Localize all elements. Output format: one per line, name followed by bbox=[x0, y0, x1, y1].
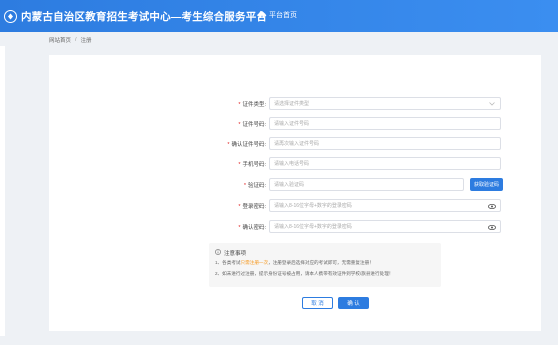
password-label: * 登录密码: bbox=[238, 204, 266, 210]
cancel-button[interactable]: 取 消 bbox=[302, 297, 333, 309]
row-id-type: * 证件类型: 请选择证件类型 bbox=[49, 97, 541, 111]
phone-input[interactable]: 请输入电话号码 bbox=[269, 157, 501, 170]
code-label: * 验证码: bbox=[243, 183, 266, 189]
code-input[interactable]: 请输入验证码 bbox=[269, 178, 464, 191]
nav-home-label: 平台首页 bbox=[269, 12, 297, 19]
id-type-label: * 证件类型: bbox=[238, 102, 266, 108]
eye-icon[interactable] bbox=[488, 224, 496, 230]
id-number-label: * 证件号码: bbox=[238, 122, 266, 128]
breadcrumb-home[interactable]: 网站首页 bbox=[49, 36, 71, 44]
get-code-button[interactable]: 获取验证码 bbox=[470, 178, 503, 191]
id-number-confirm-label: * 确认证件号码: bbox=[227, 142, 266, 148]
id-number-input[interactable]: 请输入证件号码 bbox=[269, 117, 501, 130]
confirm-button[interactable]: 确 认 bbox=[338, 297, 369, 309]
password-input[interactable]: 请输入8-16位字母+数字的登录密码 bbox=[269, 199, 501, 212]
nav-home[interactable]: 平台首页 bbox=[258, 10, 297, 20]
row-id-number: * 证件号码: 请输入证件号码 bbox=[49, 117, 541, 131]
notice-line-2: 2、如未进行过注册，提示身份证号被占用，请本人携带有效证件到学校/旗县进行处理！ bbox=[215, 271, 394, 276]
notice-highlight: 只需注册一次 bbox=[240, 260, 269, 265]
register-card: * 证件类型: 请选择证件类型 * 证件号码: 请输入证件号码 * 确认证件号码: 请… bbox=[49, 55, 541, 331]
info-icon bbox=[215, 249, 224, 257]
breadcrumb: 网站首页 / 注册 bbox=[49, 34, 92, 46]
logo-icon bbox=[4, 9, 17, 23]
notice-title: 注意事项 bbox=[215, 249, 246, 257]
row-phone: * 手机号码: 请输入电话号码 bbox=[49, 157, 541, 171]
top-bar: 内蒙古自治区教育招生考试中心—考生综合服务平台 平台首页 bbox=[0, 0, 558, 32]
id-type-select[interactable]: 请选择证件类型 bbox=[269, 97, 501, 110]
left-strip bbox=[0, 46, 5, 336]
breadcrumb-separator: / bbox=[75, 37, 77, 43]
row-password-confirm: * 确认密码: 请输入8-16位字母+数字的登录密码 bbox=[49, 220, 541, 234]
row-code: * 验证码: 请输入验证码 获取验证码 bbox=[49, 178, 541, 192]
row-id-number-confirm: * 确认证件号码: 请再次输入证件号码 bbox=[49, 137, 541, 151]
breadcrumb-current: 注册 bbox=[80, 38, 92, 44]
brand[interactable]: 内蒙古自治区教育招生考试中心—考生综合服务平台 bbox=[4, 8, 267, 24]
row-password: * 登录密码: 请输入8-16位字母+数字的登录密码 bbox=[49, 199, 541, 213]
chevron-down-icon bbox=[488, 101, 496, 107]
id-number-confirm-input[interactable]: 请再次输入证件号码 bbox=[269, 137, 501, 150]
home-icon bbox=[258, 10, 269, 20]
phone-label: * 手机号码: bbox=[238, 162, 266, 168]
password-confirm-input[interactable]: 请输入8-16位字母+数字的登录密码 bbox=[269, 220, 501, 233]
site-title: 内蒙古自治区教育招生考试中心—考生综合服务平台 bbox=[21, 10, 268, 23]
notice-line-1: 1、各类考试只需注册一次，注册登录后选择对应的考试即可，无需重复注册！ bbox=[215, 260, 374, 265]
notice-panel: 注意事项 1、各类考试只需注册一次，注册登录后选择对应的考试即可，无需重复注册！… bbox=[209, 243, 441, 287]
password-confirm-label: * 确认密码: bbox=[238, 225, 266, 231]
eye-icon[interactable] bbox=[488, 203, 496, 209]
